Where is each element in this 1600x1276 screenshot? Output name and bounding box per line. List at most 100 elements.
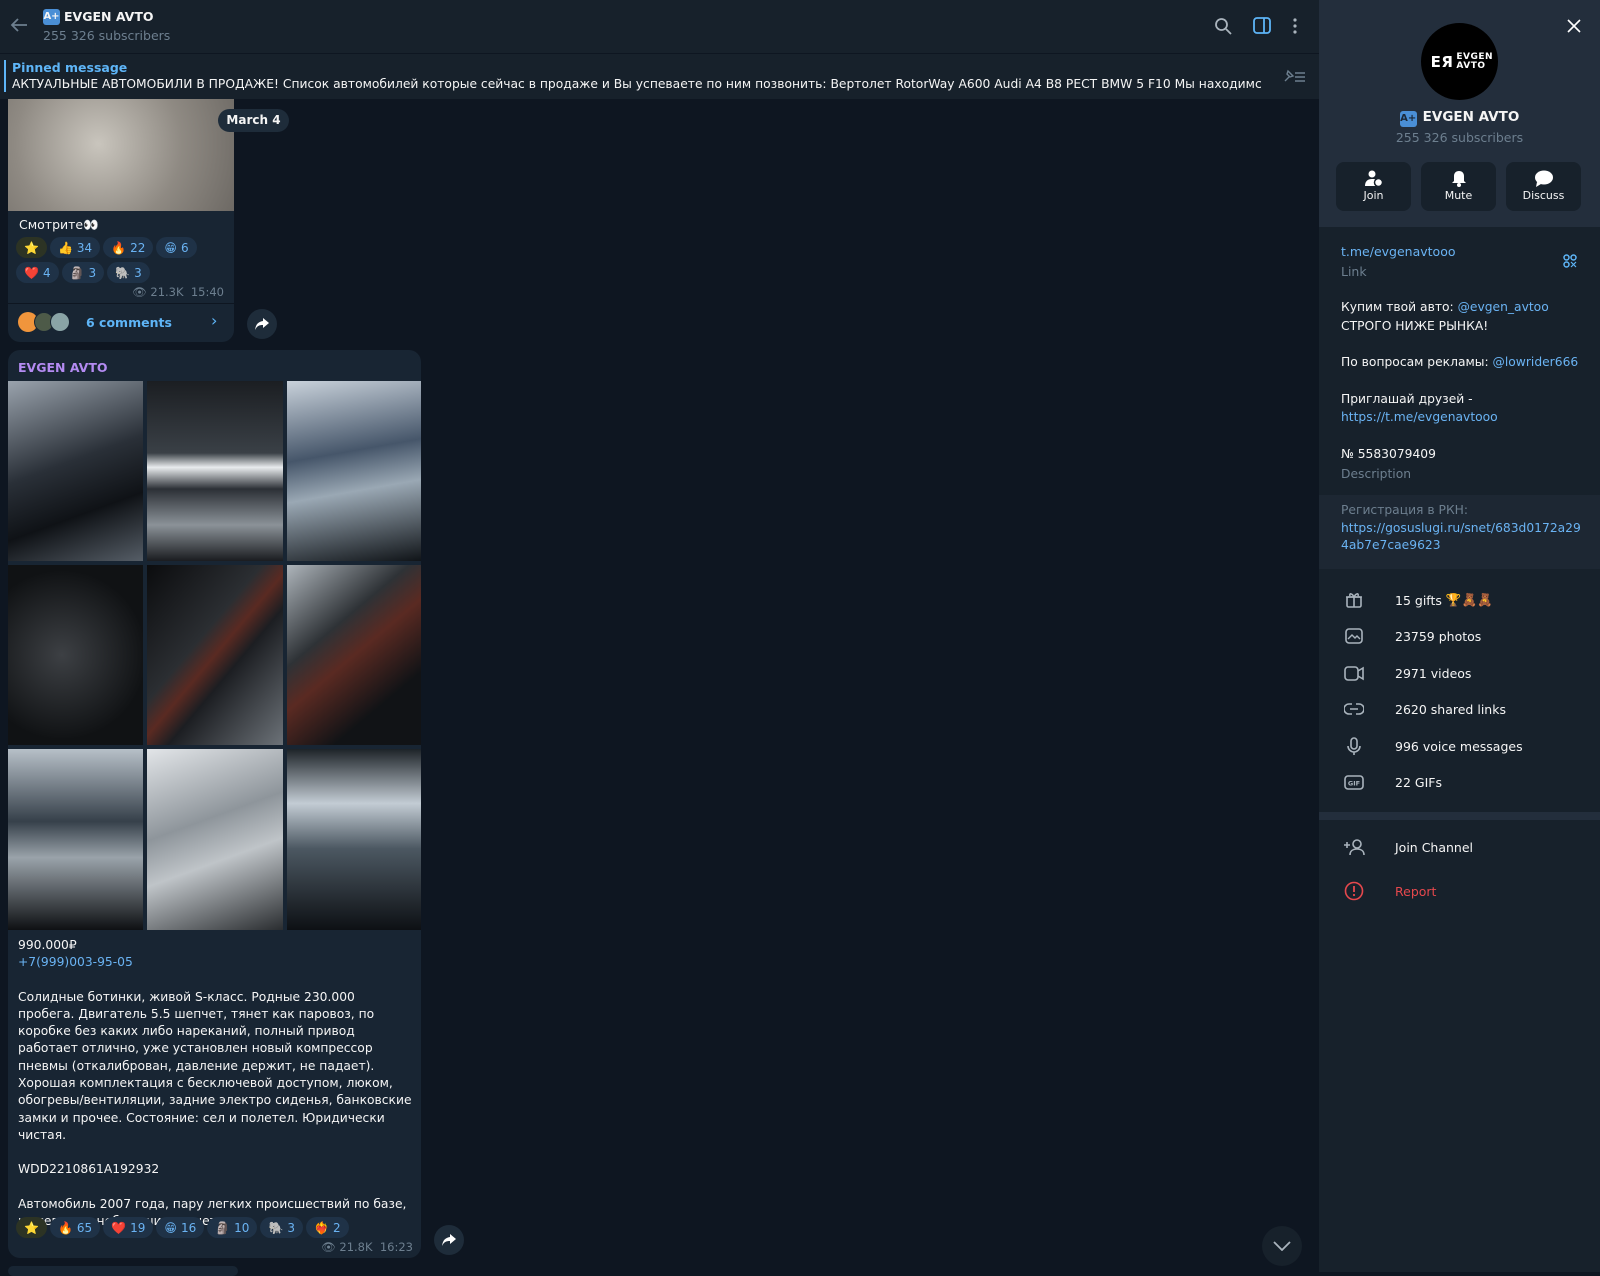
forward-button[interactable] xyxy=(434,1225,464,1255)
album-photo[interactable] xyxy=(147,749,283,930)
date-pill: March 4 xyxy=(218,109,289,132)
photo-icon xyxy=(1343,628,1365,644)
album-photo[interactable] xyxy=(8,749,143,930)
reaction[interactable]: 😁 16 xyxy=(156,1217,205,1238)
reaction[interactable]: 🔥 65 xyxy=(49,1217,101,1238)
price: 990.000₽ xyxy=(18,938,77,952)
warning-icon xyxy=(1343,881,1365,901)
message-text: 990.000₽ +7(999)003-95-05 Солидные ботин… xyxy=(18,937,413,1230)
album-photo[interactable] xyxy=(147,565,283,745)
report-item[interactable]: Report xyxy=(1319,871,1600,911)
message-bubble: Смотрите👀 ⭐ 👍 34 🔥 22 😁 6 ❤️ 4 🗿 3 🐘 3 👁 21.3K 15:40… xyxy=(8,99,234,342)
reaction[interactable]: 🗿 10 xyxy=(207,1217,258,1238)
subscriber-count: 255 326 subscribers xyxy=(43,28,171,43)
rkn-link[interactable]: https://gosuslugi.ru/snet/683d0172a294ab… xyxy=(1341,520,1581,554)
view-count: 21.3K xyxy=(150,285,184,299)
qr-code-icon[interactable] xyxy=(1563,254,1577,268)
message-author[interactable]: EVGEN AVTO xyxy=(18,360,107,375)
pinned-label: Pinned message xyxy=(12,60,128,75)
add-user-icon xyxy=(1343,838,1365,856)
gift-icon xyxy=(1343,591,1365,609)
album-photo[interactable] xyxy=(287,749,421,930)
pinned-list-icon[interactable] xyxy=(1282,68,1306,84)
description: Солидные ботинки, живой S-класс. Родные … xyxy=(18,989,412,1142)
message-meta: 👁 21.8K 16:23 xyxy=(321,1240,413,1254)
reaction-star[interactable]: ⭐ xyxy=(16,237,47,258)
channel-description: Купим твой авто: @evgen_avtoo СТРОГО НИЖ… xyxy=(1341,298,1591,484)
more-menu-icon[interactable] xyxy=(1292,17,1298,35)
pinned-message-bar[interactable]: Pinned message АКТУАЛЬНЫЕ АВТОМОБИЛИ В П… xyxy=(0,53,1319,99)
forward-button[interactable] xyxy=(247,309,277,339)
phone-link[interactable]: +7(999)003-95-05 xyxy=(18,954,413,971)
channel-badge-icon: A+ xyxy=(1399,111,1417,127)
panel-subscribers: 255 326 subscribers xyxy=(1395,130,1524,145)
reaction-star[interactable]: ⭐ xyxy=(16,1217,47,1238)
message-bubble: EVGEN AVTO 990.000₽ +7(999)003-95-05 Сол… xyxy=(8,350,421,1258)
reaction[interactable]: 👍 34 xyxy=(49,237,101,258)
album-photo[interactable] xyxy=(287,381,421,561)
description-label: Description xyxy=(1341,467,1412,481)
microphone-icon xyxy=(1343,736,1365,756)
back-arrow-icon[interactable] xyxy=(10,17,28,33)
share-icon xyxy=(442,1234,456,1246)
gifts-item[interactable]: 15 gifts 🏆🧸🧸 xyxy=(1319,582,1600,618)
gifs-item[interactable]: GIF 22 GIFs xyxy=(1319,764,1600,800)
comments-button[interactable]: 6 comments › xyxy=(8,304,234,342)
album-photo[interactable] xyxy=(8,381,143,561)
chat-title[interactable]: EVGEN AVTO xyxy=(64,9,153,24)
join-button[interactable]: Join xyxy=(1336,162,1411,211)
message-photo[interactable] xyxy=(8,99,234,211)
reaction[interactable]: ❤️ 4 xyxy=(16,262,59,283)
voice-messages-item[interactable]: 996 voice messages xyxy=(1319,728,1600,764)
add-user-icon xyxy=(1364,170,1383,187)
link-label: Link xyxy=(1341,264,1367,279)
reaction[interactable]: 🗿 3 xyxy=(61,262,105,283)
message-caption: Смотрите👀 xyxy=(19,217,99,232)
reaction[interactable]: 🐘 3 xyxy=(107,262,150,283)
panel-title: A+ EVGEN AVTO xyxy=(1399,109,1520,127)
chat-header: A+ EVGEN AVTO 255 326 subscribers xyxy=(0,0,1319,53)
videos-item[interactable]: 2971 videos xyxy=(1319,655,1600,691)
reaction[interactable]: 🐘 3 xyxy=(260,1217,304,1238)
channel-link[interactable]: t.me/evgenavtooo xyxy=(1341,244,1456,259)
reactions: ⭐ 🔥 65 ❤️ 19 😁 16 🗿 10 🐘 3 ❤️‍🔥 2 xyxy=(16,1217,416,1242)
join-channel-item[interactable]: Join Channel xyxy=(1319,827,1600,867)
reaction[interactable]: 😁 6 xyxy=(156,237,197,258)
invite-link[interactable]: https://t.me/evgenavtooo xyxy=(1341,408,1591,427)
discuss-button[interactable]: Discuss xyxy=(1506,162,1581,211)
search-icon[interactable] xyxy=(1214,17,1232,35)
scroll-down-button[interactable] xyxy=(1262,1226,1302,1266)
commenter-avatar xyxy=(50,312,70,332)
reaction[interactable]: ❤️ 19 xyxy=(103,1217,154,1238)
channel-avatar[interactable]: ЕЯ EVGEN AVTO xyxy=(1421,23,1498,100)
message-time: 16:23 xyxy=(379,1240,413,1254)
pinned-indicator xyxy=(4,60,6,92)
chevron-down-icon xyxy=(1273,1241,1291,1251)
pinned-text: АКТУАЛЬНЫЕ АВТОМОБИЛИ В ПРОДАЖЕ! Список … xyxy=(12,77,1262,91)
album-photo[interactable] xyxy=(287,565,421,745)
comments-count: 6 comments xyxy=(86,315,172,330)
album-photo[interactable] xyxy=(147,381,283,561)
close-icon[interactable] xyxy=(1567,19,1581,33)
reaction[interactable]: 🔥 22 xyxy=(103,237,154,258)
message-time: 15:40 xyxy=(190,285,224,299)
reactions: ⭐ 👍 34 🔥 22 😁 6 ❤️ 4 🗿 3 🐘 3 xyxy=(16,237,231,287)
view-count: 21.8K xyxy=(339,1240,373,1254)
mention-link[interactable]: @evgen_avtoo xyxy=(1458,300,1549,314)
photos-item[interactable]: 23759 photos xyxy=(1319,618,1600,654)
channel-badge-icon: A+ xyxy=(43,9,60,25)
mention-link[interactable]: @lowrider666 xyxy=(1493,355,1579,369)
share-icon xyxy=(255,318,269,330)
sidebar-toggle-icon[interactable] xyxy=(1253,17,1271,34)
video-icon xyxy=(1343,665,1365,681)
rkn-section: Регистрация в РКН: https://gosuslugi.ru/… xyxy=(1319,495,1600,569)
shared-links-item[interactable]: 2620 shared links xyxy=(1319,691,1600,727)
channel-info-panel: ЕЯ EVGEN AVTO A+ EVGEN AVTO 255 326 subscr… xyxy=(1319,0,1600,1272)
chevron-right-icon: › xyxy=(211,311,218,330)
vin: WDD2210861A192932 xyxy=(18,1162,160,1177)
chat-bubble-icon xyxy=(1534,170,1553,187)
album-photo[interactable] xyxy=(8,565,143,745)
reaction[interactable]: ❤️‍🔥 2 xyxy=(306,1217,349,1238)
next-message-bubble xyxy=(8,1266,238,1276)
mute-button[interactable]: Mute xyxy=(1421,162,1496,211)
